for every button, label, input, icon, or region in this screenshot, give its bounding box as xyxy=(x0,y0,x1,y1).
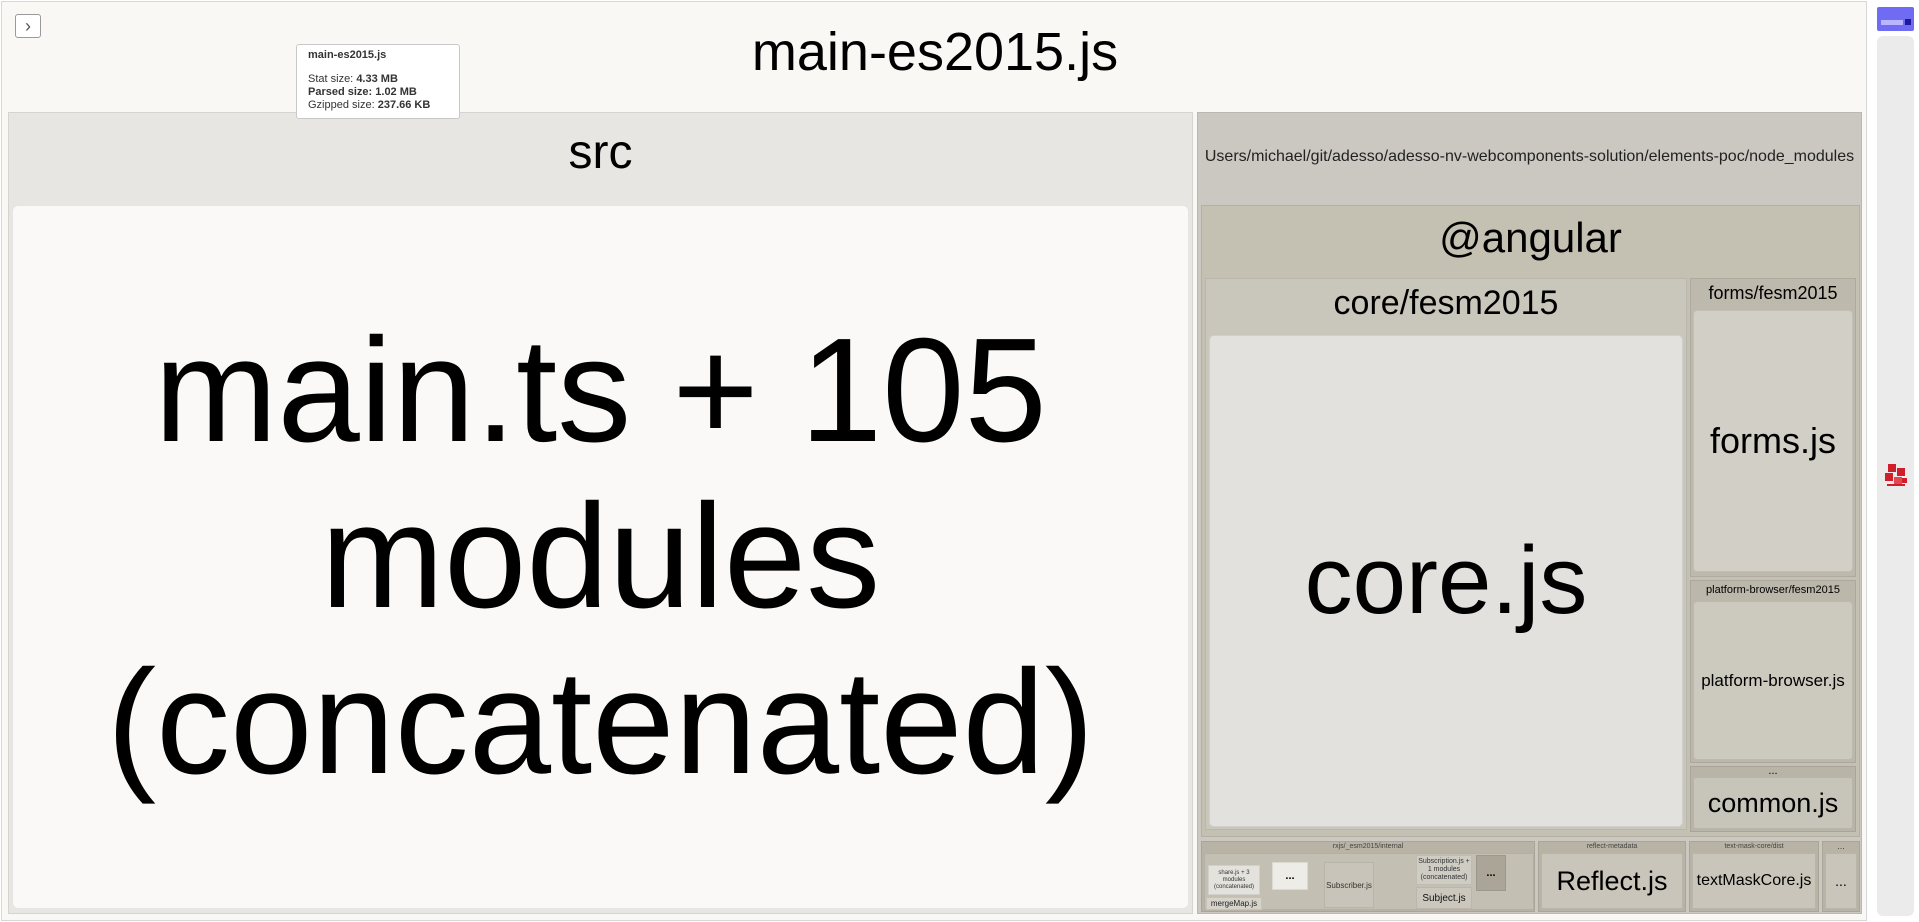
tooltip-stat-size: Stat size: 4.33 MB xyxy=(308,73,398,85)
subscriber-js-label: Subscriber.js xyxy=(1326,880,1372,890)
subject-js-label: Subject.js xyxy=(1422,892,1466,904)
rxjs-ellipsis-tile[interactable]: ... xyxy=(1272,862,1308,890)
chunk-title: main-es2015.js xyxy=(751,22,1119,82)
more-modules-label: ... xyxy=(1837,841,1845,851)
brand-logo-icon xyxy=(1885,464,1907,486)
textmaskcore-js-tile[interactable]: textMaskCore.js xyxy=(1692,853,1816,909)
platform-browser-folder[interactable]: platform-browser/fesm2015 platform-brows… xyxy=(1690,580,1856,763)
rxjs-more-label: ... xyxy=(1486,867,1496,879)
reflect-js-tile[interactable]: Reflect.js xyxy=(1541,853,1683,909)
treemap-canvas: › main-es2015.js src main.ts + 105 modul… xyxy=(1,1,1867,921)
forms-js-tile[interactable]: forms.js xyxy=(1693,310,1853,572)
src-folder-label: src xyxy=(568,126,633,179)
subscription-js-label: Subscription.js + 1 modules (concatenate… xyxy=(1418,858,1470,881)
more-modules-tile[interactable]: ... xyxy=(1825,853,1857,909)
size-tooltip: main-es2015.js Stat size: 4.33 MB Parsed… xyxy=(296,44,460,119)
more-modules-folder[interactable]: ... ... xyxy=(1822,841,1860,912)
main-module-tile[interactable]: main.ts + 105 modules (concatenated) xyxy=(12,205,1189,909)
text-mask-core-label: text-mask-core/dist xyxy=(1724,843,1784,850)
node-modules-folder[interactable]: Users/michael/git/adesso/adesso-nv-webco… xyxy=(1197,112,1862,914)
subscription-js-tile[interactable]: Subscription.js + 1 modules (concatenate… xyxy=(1416,855,1472,885)
forms-folder[interactable]: forms/fesm2015 forms.js xyxy=(1690,278,1856,577)
reflect-js-label: Reflect.js xyxy=(1556,866,1668,896)
subject-js-tile[interactable]: Subject.js xyxy=(1416,887,1472,909)
platform-browser-js-label: platform-browser.js xyxy=(1701,670,1845,690)
core-js-label: core.js xyxy=(1304,527,1588,634)
main-module-line2: modules xyxy=(320,474,881,639)
core-folder-label: core/fesm2015 xyxy=(1333,284,1559,322)
platform-browser-js-tile[interactable]: platform-browser.js xyxy=(1693,601,1853,760)
zoom-minimap[interactable] xyxy=(1877,7,1914,31)
rxjs-folder-label: rxjs/_esm2015/internal xyxy=(1332,843,1404,850)
text-mask-core-folder[interactable]: text-mask-core/dist textMaskCore.js xyxy=(1689,841,1819,912)
common-folder[interactable]: ... common.js xyxy=(1690,765,1856,832)
rxjs-more-tile[interactable]: ... xyxy=(1476,855,1506,891)
more-modules-file-label: ... xyxy=(1835,873,1847,889)
core-folder[interactable]: core/fesm2015 core.js xyxy=(1205,278,1687,830)
reflect-metadata-label: reflect-metadata xyxy=(1586,843,1638,850)
mergemap-js-tile[interactable]: mergeMap.js xyxy=(1206,897,1262,910)
rxjs-ellipsis-label: ... xyxy=(1285,870,1295,882)
forms-folder-label: forms/fesm2015 xyxy=(1708,283,1838,303)
common-js-label: common.js xyxy=(1707,788,1839,818)
rxjs-folder[interactable]: rxjs/_esm2015/internal share.js + 3 modu… xyxy=(1201,841,1535,912)
platform-browser-folder-label: platform-browser/fesm2015 xyxy=(1706,584,1840,596)
subscriber-js-tile[interactable]: Subscriber.js xyxy=(1324,862,1374,908)
share-js-label: share.js + 3 modules (concatenated) xyxy=(1213,869,1255,890)
src-folder[interactable]: src main.ts + 105 modules (concatenated) xyxy=(8,112,1193,914)
tooltip-gzipped-size: Gzipped size: 237.66 KB xyxy=(308,99,431,111)
minimap-handle xyxy=(1905,19,1911,25)
tooltip-parsed-size: Parsed size: 1.02 MB xyxy=(308,86,417,98)
node-modules-path: Users/michael/git/adesso/adesso-nv-webco… xyxy=(1204,148,1855,165)
core-js-tile[interactable]: core.js xyxy=(1209,335,1683,827)
mergemap-js-label: mergeMap.js xyxy=(1210,899,1258,908)
common-js-tile[interactable]: common.js xyxy=(1693,777,1853,829)
share-js-tile[interactable]: share.js + 3 modules (concatenated) xyxy=(1208,865,1260,895)
main-module-line1: main.ts + 105 xyxy=(154,308,1047,473)
angular-folder[interactable]: @angular core/fesm2015 core.js forms/fes… xyxy=(1201,205,1860,837)
reflect-metadata-folder[interactable]: reflect-metadata Reflect.js xyxy=(1538,841,1686,912)
angular-folder-label: @angular xyxy=(1439,214,1622,261)
main-module-line3: (concatenated) xyxy=(106,640,1095,805)
forms-js-label: forms.js xyxy=(1710,420,1836,461)
tooltip-file-name: main-es2015.js xyxy=(308,49,387,61)
common-folder-label: ... xyxy=(1768,765,1778,777)
minimap-viewport xyxy=(1881,20,1903,25)
textmaskcore-js-label: textMaskCore.js xyxy=(1696,872,1812,889)
